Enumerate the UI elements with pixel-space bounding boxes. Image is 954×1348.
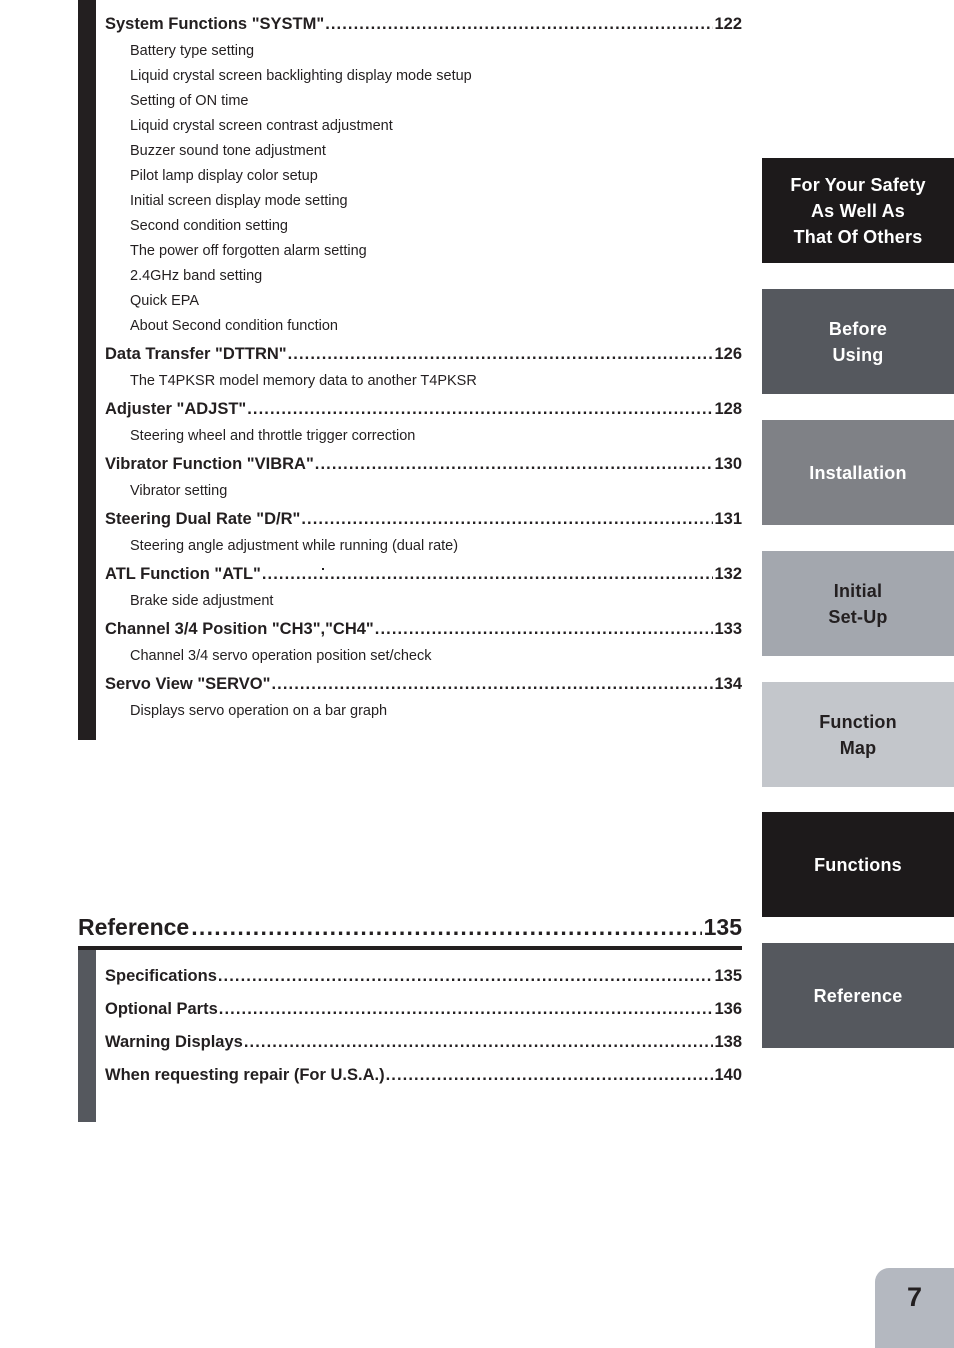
- toc-entry-title: Specifications: [105, 967, 217, 985]
- toc-subitem: 2.4GHz band setting: [130, 268, 263, 284]
- leader-dots: ........................................…: [325, 15, 713, 33]
- toc-entry[interactable]: Vibrator Function "VIBRA"...............…: [105, 449, 742, 479]
- leader-dots: ........................................…: [385, 1066, 714, 1084]
- toc-subitem: Steering wheel and throttle trigger corr…: [130, 428, 416, 444]
- toc-entry[interactable]: Warning Displays........................…: [105, 1026, 742, 1059]
- toc-entry[interactable]: Steering Dual Rate "D/R"................…: [105, 504, 742, 534]
- toc-entry-page: 130: [714, 455, 742, 473]
- toc-entry-title: When requesting repair (For U.S.A.): [105, 1066, 385, 1084]
- section-accent-bar: [78, 0, 96, 740]
- toc-entry-title: Optional Parts: [105, 1000, 218, 1018]
- side-tab-function[interactable]: Function Map: [762, 682, 954, 787]
- toc-subitem: Steering angle adjustment while running …: [130, 538, 459, 554]
- side-tab-installation[interactable]: Installation: [762, 420, 954, 525]
- toc-entry[interactable]: Servo View "SERVO"......................…: [105, 669, 742, 699]
- toc-entry-list: System Functions "SYSTM"................…: [105, 9, 742, 724]
- toc-subitem: The power off forgotten alarm setting: [130, 243, 367, 259]
- toc-entry[interactable]: ATL Function "ATL"......................…: [105, 559, 742, 589]
- toc-entry-title: Channel 3/4 Position "CH3","CH4": [105, 620, 374, 638]
- toc-entry-title: Servo View "SERVO": [105, 675, 271, 693]
- side-tab-label: Installation: [809, 462, 907, 483]
- toc-entry-title: ATL Function "ATL": [105, 565, 261, 583]
- toc-subitem: Displays servo operation on a bar graph: [130, 703, 388, 719]
- toc-entry-page: 132: [714, 565, 742, 583]
- leader-dots: ........................................…: [243, 1033, 714, 1051]
- toc-entry-page: 134: [714, 675, 742, 693]
- toc-entry-page: 140: [714, 1066, 742, 1084]
- leader-dots: ........................................…: [261, 565, 714, 583]
- section-accent-bar: [78, 950, 96, 1122]
- toc-subitem: Buzzer sound tone adjustment: [130, 143, 326, 159]
- toc-entry-page: 131: [714, 510, 742, 528]
- reference-heading-block: Reference ..............................…: [78, 910, 742, 1122]
- toc-entry-page: 138: [714, 1033, 742, 1051]
- toc-entry-page: 122: [714, 15, 742, 33]
- side-tab-initial[interactable]: Initial Set-Up: [762, 551, 954, 656]
- toc-subitem: Liquid crystal screen backlighting displ…: [130, 68, 472, 84]
- toc-section-functions: System Functions "SYSTM"................…: [78, 0, 742, 740]
- toc-section-reference: Specifications..........................…: [78, 950, 742, 1122]
- leader-dots: ........................................…: [247, 400, 714, 418]
- toc-entry-title: System Functions "SYSTM": [105, 15, 325, 33]
- toc-entry-title: Warning Displays: [105, 1033, 243, 1051]
- side-tab-label: Functions: [814, 854, 902, 875]
- page-number-badge: 7: [875, 1268, 954, 1348]
- side-tab-functions[interactable]: Functions: [762, 812, 954, 917]
- reference-heading-page: 135: [703, 914, 742, 940]
- side-tab-label: Function Map: [819, 711, 897, 758]
- leader-dots: ........................................…: [217, 967, 714, 985]
- toc-subitem: About Second condition function: [130, 318, 338, 334]
- toc-entry[interactable]: When requesting repair (For U.S.A.).....…: [105, 1059, 742, 1092]
- toc-subitem: Second condition setting: [130, 218, 288, 234]
- toc-subitem: Liquid crystal screen contrast adjustmen…: [130, 118, 393, 134]
- toc-entry[interactable]: Adjuster "ADJST"........................…: [105, 394, 742, 424]
- toc-subitem: Vibrator setting: [130, 483, 228, 499]
- toc-subitem: Pilot lamp display color setup: [130, 168, 318, 184]
- toc-entry-title: Vibrator Function "VIBRA": [105, 455, 314, 473]
- toc-entry[interactable]: Channel 3/4 Position "CH3","CH4"........…: [105, 614, 742, 644]
- toc-subitem: Brake side adjustment: [130, 593, 274, 609]
- toc-entry-page: 126: [714, 345, 742, 363]
- toc-entry-page: 136: [714, 1000, 742, 1018]
- toc-subitem: Channel 3/4 servo operation position set…: [130, 648, 432, 664]
- table-of-contents: System Functions "SYSTM"................…: [78, 0, 742, 740]
- toc-entry-page: 133: [714, 620, 742, 638]
- toc-entry-title: Steering Dual Rate "D/R": [105, 510, 301, 528]
- leader-dots: ........................................…: [218, 1000, 714, 1018]
- toc-subitem: Quick EPA: [130, 293, 200, 309]
- toc-entry-page: 135: [714, 967, 742, 985]
- side-tab-for-your-safety[interactable]: For Your Safety As Well As That Of Other…: [762, 158, 954, 263]
- side-tab-label: For Your Safety As Well As That Of Other…: [790, 174, 926, 247]
- leader-dots: ........................................…: [287, 345, 714, 363]
- leader-dots: ........................................…: [271, 675, 713, 693]
- leader-dots: ........................................…: [191, 914, 701, 940]
- toc-subitem: Initial screen display mode setting: [130, 193, 348, 209]
- side-tab-label: Reference: [813, 985, 903, 1006]
- side-tab-reference[interactable]: Reference: [762, 943, 954, 1048]
- toc-entry-page: 128: [714, 400, 742, 418]
- reference-heading[interactable]: Reference ..............................…: [78, 910, 742, 944]
- toc-entry[interactable]: Data Transfer "DTTRN"...................…: [105, 339, 742, 369]
- toc-entry[interactable]: System Functions "SYSTM"................…: [105, 9, 742, 39]
- side-tab-before[interactable]: Before Using: [762, 289, 954, 394]
- leader-dots: ........................................…: [374, 620, 714, 638]
- toc-entry-title: Data Transfer "DTTRN": [105, 345, 287, 363]
- reference-heading-title: Reference: [78, 914, 190, 940]
- toc-subitem: Battery type setting: [130, 43, 255, 59]
- page-number: 7: [906, 1282, 923, 1312]
- toc-subitem: The T4PKSR model memory data to another …: [130, 373, 477, 389]
- toc-subitem: Setting of ON time: [130, 93, 249, 109]
- ink-speck: [322, 568, 324, 570]
- leader-dots: ........................................…: [314, 455, 714, 473]
- side-tab-label: Before Using: [828, 318, 888, 365]
- toc-entry[interactable]: Specifications..........................…: [105, 960, 742, 993]
- leader-dots: ........................................…: [301, 510, 714, 528]
- toc-entry[interactable]: Optional Parts..........................…: [105, 993, 742, 1026]
- toc-entry-title: Adjuster "ADJST": [105, 400, 247, 418]
- reference-entry-list: Specifications..........................…: [105, 960, 742, 1092]
- side-tab-label: Initial Set-Up: [828, 580, 888, 627]
